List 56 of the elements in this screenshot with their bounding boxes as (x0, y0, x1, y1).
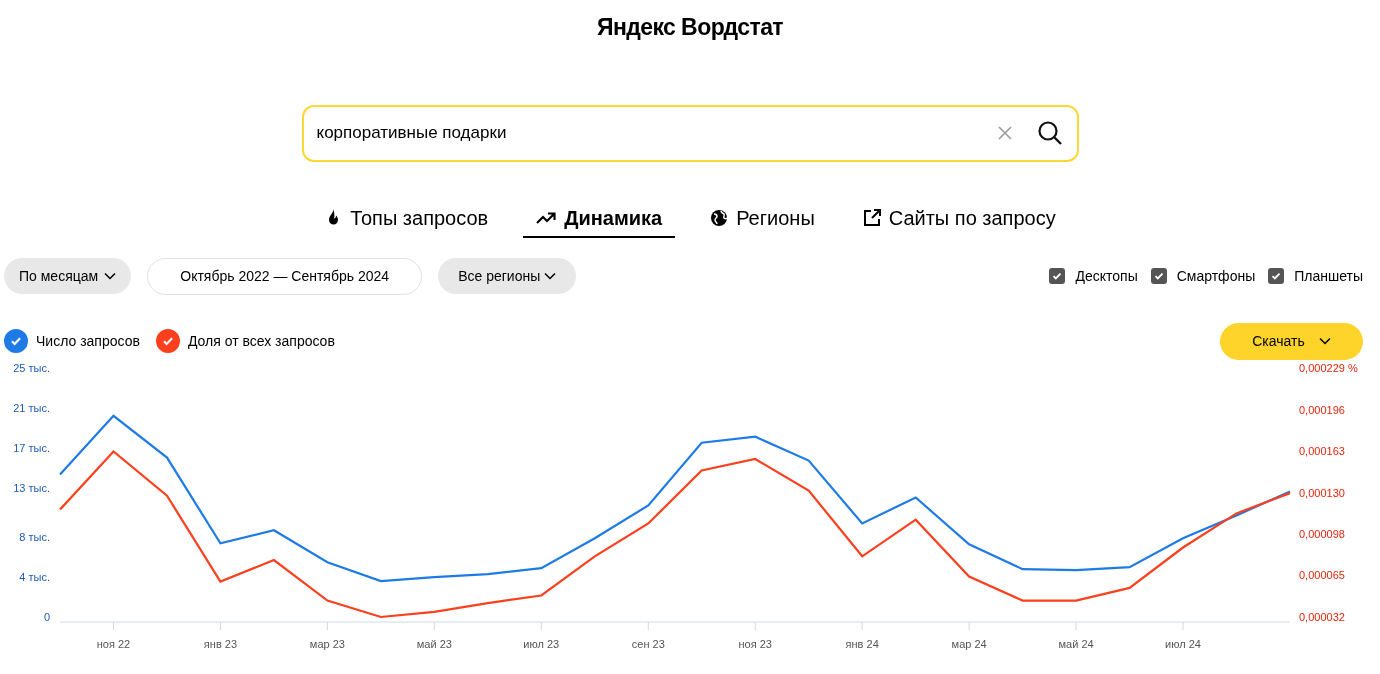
device-label: Смартфоны (1176, 266, 1256, 286)
right-axis-label: 0,000032 (1299, 610, 1345, 623)
x-axis-label: июл 23 (523, 637, 560, 650)
external-link-icon (862, 208, 881, 227)
x-axis-label: сен 23 (631, 637, 665, 650)
search-icon[interactable] (1036, 120, 1063, 146)
legend-toggle[interactable] (4, 329, 28, 353)
device-label: Планшеты (1294, 266, 1363, 286)
chevron-down-icon (1318, 337, 1331, 345)
x-axis-label: ноя 23 (738, 637, 772, 650)
x-axis-label: ноя 22 (96, 637, 131, 650)
nav-tab[interactable]: Топы запросов (311, 199, 502, 238)
left-axis-label: 4 тыс. (19, 570, 50, 583)
device-checkbox[interactable] (1049, 268, 1066, 284)
globe-icon (710, 208, 729, 227)
right-axis-label: 0,000196 (1299, 403, 1345, 416)
device-checkbox[interactable] (1150, 268, 1167, 284)
left-axis-label: 0 (43, 610, 50, 623)
left-axis-label: 8 тыс. (19, 530, 50, 543)
right-axis-label: 0,000163 (1299, 444, 1345, 457)
x-axis-label: мар 23 (309, 637, 345, 650)
left-axis-label: 21 тыс. (13, 401, 50, 414)
nav-tab[interactable]: Сайты по запросу (849, 199, 1069, 238)
x-axis-label: янв 24 (845, 637, 879, 650)
x-axis-label: июл 24 (1165, 637, 1201, 650)
search-input[interactable]: корпоративные подарки (316, 120, 997, 146)
clear-icon[interactable] (996, 125, 1013, 141)
nav-tab[interactable]: Динамика (523, 199, 676, 238)
checkmark-icon (1051, 270, 1064, 282)
x-axis-label: мар 24 (951, 637, 987, 650)
nav-tab[interactable]: Регионы (697, 199, 828, 238)
page-title: Яндекс Вордстат (596, 13, 784, 42)
right-axis-label: 0,000065 (1299, 568, 1345, 581)
legend-toggle[interactable] (155, 329, 180, 353)
device-checkbox[interactable] (1268, 268, 1285, 284)
left-axis-label: 13 тыс. (13, 481, 50, 493)
chevron-down-icon (104, 272, 117, 280)
period-dropdown[interactable]: По месяцам (4, 258, 132, 294)
legend-label: Доля от всех запросов (187, 331, 335, 351)
checkmark-icon (1152, 270, 1165, 282)
right-axis-label: 0,000098 (1299, 527, 1345, 540)
x-axis-label: май 24 (1058, 637, 1094, 650)
download-button[interactable]: Скачать (1220, 322, 1363, 360)
trend-up-icon (536, 210, 557, 225)
chevron-down-icon (544, 272, 557, 280)
checkmark-icon (1270, 270, 1283, 282)
x-axis-label: янв 23 (203, 637, 237, 650)
right-axis-label: 0,000229 % (1299, 361, 1358, 374)
search-field[interactable]: корпоративные подарки (301, 104, 1079, 162)
legend-label: Число запросов (36, 331, 140, 351)
region-dropdown[interactable]: Все регионы (438, 258, 577, 294)
left-axis-label: 17 тыс. (13, 441, 50, 454)
x-axis-label: май 23 (416, 637, 452, 650)
left-axis-label: 25 тыс. (13, 361, 50, 374)
right-axis-label: 0,000130 (1299, 486, 1345, 499)
device-label: Десктопы (1075, 266, 1138, 286)
